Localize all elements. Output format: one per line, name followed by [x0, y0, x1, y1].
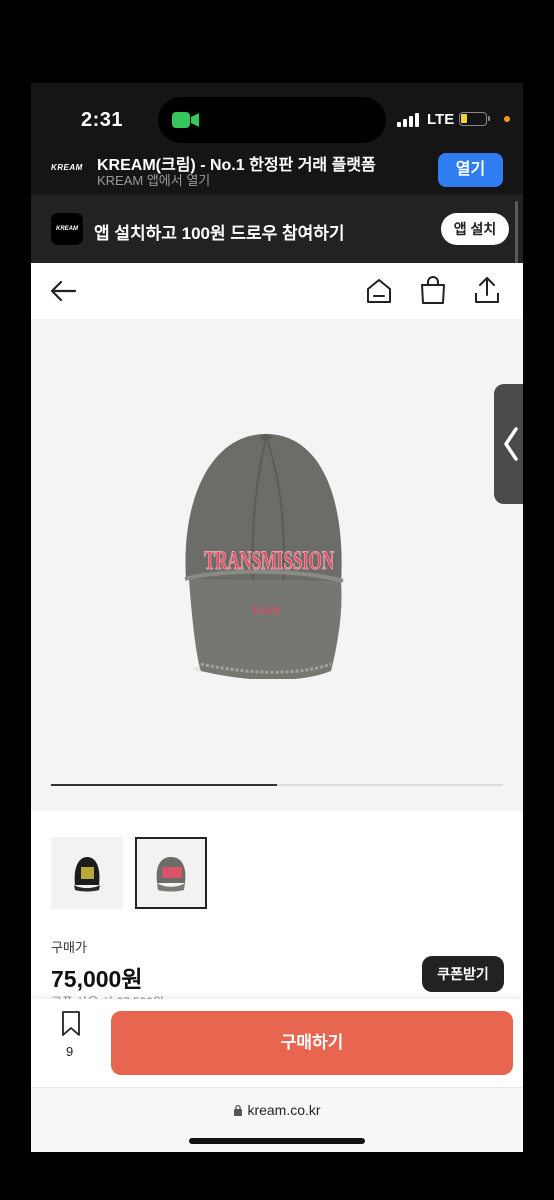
smart-app-banner: KREAM KREAM(크림) - No.1 한정판 거래 플랫폼 KREAM … — [31, 145, 523, 195]
home-indicator[interactable] — [189, 1138, 365, 1144]
thumbnail-gray-cap[interactable] — [135, 837, 207, 909]
bottom-action-bar: 9 구매하기 — [31, 999, 523, 1087]
side-drawer-handle[interactable] — [494, 384, 523, 504]
battery-icon — [459, 112, 490, 126]
url-display[interactable]: kream.co.kr — [31, 1102, 523, 1118]
get-coupon-button[interactable]: 쿠폰받기 — [422, 956, 504, 992]
status-bar: 2:31 LTE — [31, 83, 523, 145]
wishlist-button[interactable] — [59, 1009, 83, 1044]
kream-logo: KREAM — [51, 163, 83, 172]
product-image-gallery[interactable]: TRANSMISSION TOUR — [31, 319, 523, 811]
lock-icon — [234, 1104, 243, 1116]
scrollbar[interactable] — [515, 201, 518, 271]
wishlist-count: 9 — [66, 1044, 74, 1059]
smart-banner-subtitle: KREAM 앱에서 열기 — [97, 173, 211, 188]
open-app-button[interactable]: 열기 — [438, 153, 503, 187]
back-arrow-icon[interactable] — [45, 273, 81, 309]
install-app-button[interactable]: 앱 설치 — [441, 213, 509, 245]
kream-app-logo: KREAM — [51, 213, 83, 245]
thumbnail-black-cap[interactable] — [51, 837, 123, 909]
share-icon[interactable] — [469, 273, 505, 309]
url-text: kream.co.kr — [247, 1102, 321, 1118]
price-label: 구매가 — [51, 940, 87, 955]
app-banner-text: 앱 설치하고 100원 드로우 참여하기 — [94, 224, 345, 243]
gray-cap-image — [156, 857, 186, 892]
bookmark-icon — [62, 1011, 80, 1036]
home-icon[interactable] — [361, 273, 397, 309]
cap-embroidery-text: TRANSMISSION — [204, 546, 334, 575]
black-cap-image — [74, 857, 100, 892]
product-price: 75,000원 — [51, 966, 143, 992]
signal-icon — [397, 113, 419, 127]
privacy-indicator-dot — [504, 116, 510, 122]
browser-url-bar[interactable]: kream.co.kr — [31, 1087, 523, 1152]
status-time: 2:31 — [81, 109, 124, 131]
top-navigation — [31, 263, 523, 319]
phone-screen: 2:31 LTE KREAM KREAM(크림) - No.1 한정판 거래 플… — [31, 83, 523, 1152]
gallery-progress-fill — [51, 784, 277, 786]
chevron-left-icon — [504, 427, 518, 461]
app-install-banner[interactable]: KREAM 앱 설치하고 100원 드로우 참여하기 앱 설치 — [31, 195, 523, 263]
product-image-cap: TRANSMISSION TOUR — [184, 434, 344, 679]
gallery-progress-bar — [51, 784, 503, 786]
network-label: LTE — [427, 111, 455, 128]
facetime-camera-icon — [172, 112, 199, 128]
shopping-bag-icon[interactable] — [415, 273, 451, 309]
cap-embroidery-subtext: TOUR — [252, 606, 281, 617]
buy-button[interactable]: 구매하기 — [111, 1011, 513, 1075]
dynamic-island — [158, 97, 386, 143]
